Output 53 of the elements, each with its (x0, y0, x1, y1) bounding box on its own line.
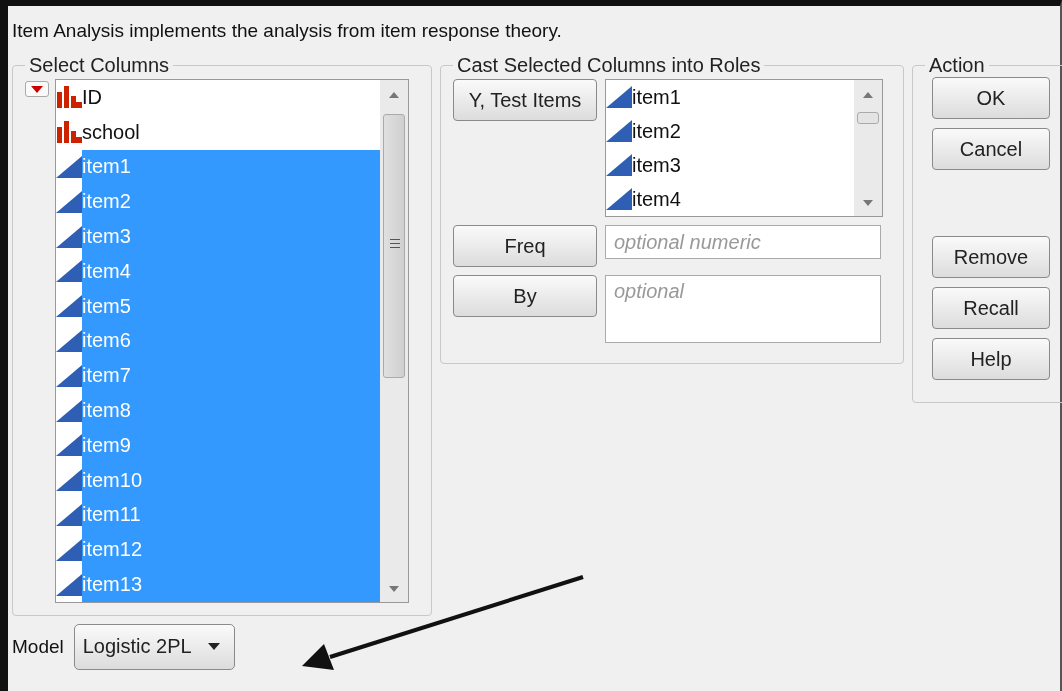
scroll-down-icon[interactable] (389, 585, 399, 592)
action-button[interactable]: Cancel (932, 128, 1050, 170)
role-item[interactable]: item2 (632, 114, 854, 148)
grip-icon (390, 239, 400, 248)
action-button[interactable]: Help (932, 338, 1050, 380)
triangle-icon (56, 538, 82, 561)
triangle-icon (56, 295, 82, 318)
panel-title: Action (928, 54, 986, 77)
column-item[interactable]: school (82, 114, 380, 150)
triangle-icon (56, 503, 82, 526)
role-item[interactable]: item1 (632, 80, 854, 114)
triangle-icon (56, 260, 82, 283)
role-button[interactable]: Freq (453, 225, 597, 267)
role-button[interactable]: Y, Test Items (453, 79, 597, 121)
input-field[interactable]: optional (605, 275, 881, 343)
triangle-icon (606, 188, 632, 210)
bar-chart-icon (56, 121, 82, 144)
action-button[interactable]: Remove (932, 236, 1050, 278)
panel-title: Cast Selected Columns into Roles (456, 54, 762, 77)
triangle-icon (606, 120, 632, 142)
description-text: Item Analysis implements the analysis from item response theory. (12, 20, 563, 43)
role-item[interactable]: item4 (632, 182, 854, 216)
triangle-icon (56, 156, 82, 178)
scroll-down-icon[interactable] (863, 200, 873, 206)
action-button[interactable]: Recall (932, 287, 1050, 329)
caret-icon (31, 85, 43, 93)
role-item[interactable]: item3 (632, 148, 854, 182)
triangle-icon (56, 573, 82, 596)
triangle-icon (606, 86, 632, 108)
triangle-icon (56, 399, 82, 422)
caret-icon (207, 643, 220, 651)
triangle-icon (606, 154, 632, 176)
scrollbar[interactable] (380, 80, 408, 602)
input-field[interactable]: optional numeric (605, 225, 881, 259)
triangle-icon (56, 469, 82, 492)
scroll-thumb[interactable] (857, 112, 879, 124)
panel-title: Select Columns (28, 54, 171, 77)
role-button[interactable]: By (453, 275, 597, 317)
scroll-thumb[interactable] (383, 114, 405, 378)
triangle-icon (56, 434, 82, 457)
triangle-icon (56, 329, 82, 352)
model-label: Model (12, 635, 64, 658)
model-dropdown[interactable]: Logistic 2PL (73, 623, 235, 670)
triangle-icon (56, 364, 82, 387)
scrollbar[interactable] (854, 80, 882, 216)
menu-button[interactable] (25, 81, 49, 97)
column-item[interactable]: ID (82, 80, 380, 115)
bar-chart-icon (56, 86, 82, 109)
scroll-up-icon[interactable] (863, 92, 873, 98)
scroll-up-icon[interactable] (389, 92, 399, 98)
action-button[interactable]: OK (932, 77, 1050, 119)
triangle-icon (56, 225, 82, 248)
triangle-icon (56, 190, 82, 213)
